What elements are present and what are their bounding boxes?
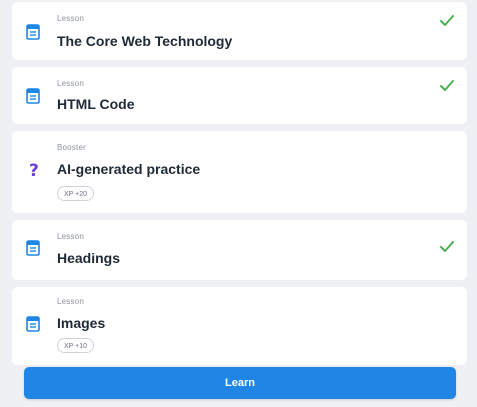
item-kind-label: Lesson (57, 232, 84, 241)
checkmark-icon (440, 80, 454, 91)
item-title: The Core Web Technology (57, 33, 233, 49)
item-kind-label: Lesson (57, 14, 84, 23)
list-item[interactable]: Lesson HTML Code (12, 67, 467, 124)
checkmark-icon (440, 15, 454, 26)
item-title: HTML Code (57, 96, 135, 112)
checkmark-icon (440, 241, 454, 252)
item-title: AI-generated practice (57, 161, 201, 177)
learn-button[interactable]: Learn (24, 367, 456, 399)
xp-badge: XP +10 (57, 338, 95, 353)
xp-badge: XP +20 (57, 186, 95, 201)
lesson-doc-icon (26, 316, 40, 332)
list-item[interactable]: ? Booster AI-generated practice XP +20 (12, 131, 467, 213)
list-item[interactable]: Lesson Headings (12, 220, 467, 280)
list-item[interactable]: Lesson Images XP +10 (12, 287, 467, 365)
lesson-doc-icon (26, 240, 40, 256)
item-kind-label: Lesson (57, 297, 84, 306)
item-kind-label: Lesson (57, 79, 84, 88)
question-mark-icon: ? (29, 161, 39, 181)
item-kind-label: Booster (57, 143, 86, 152)
lesson-list: Lesson The Core Web Technology Lesson HT… (0, 0, 477, 407)
item-title: Images (57, 315, 106, 331)
item-title: Headings (57, 250, 121, 266)
list-item[interactable]: Lesson The Core Web Technology (12, 2, 467, 60)
lesson-doc-icon (26, 24, 40, 40)
lesson-doc-icon (26, 88, 40, 104)
